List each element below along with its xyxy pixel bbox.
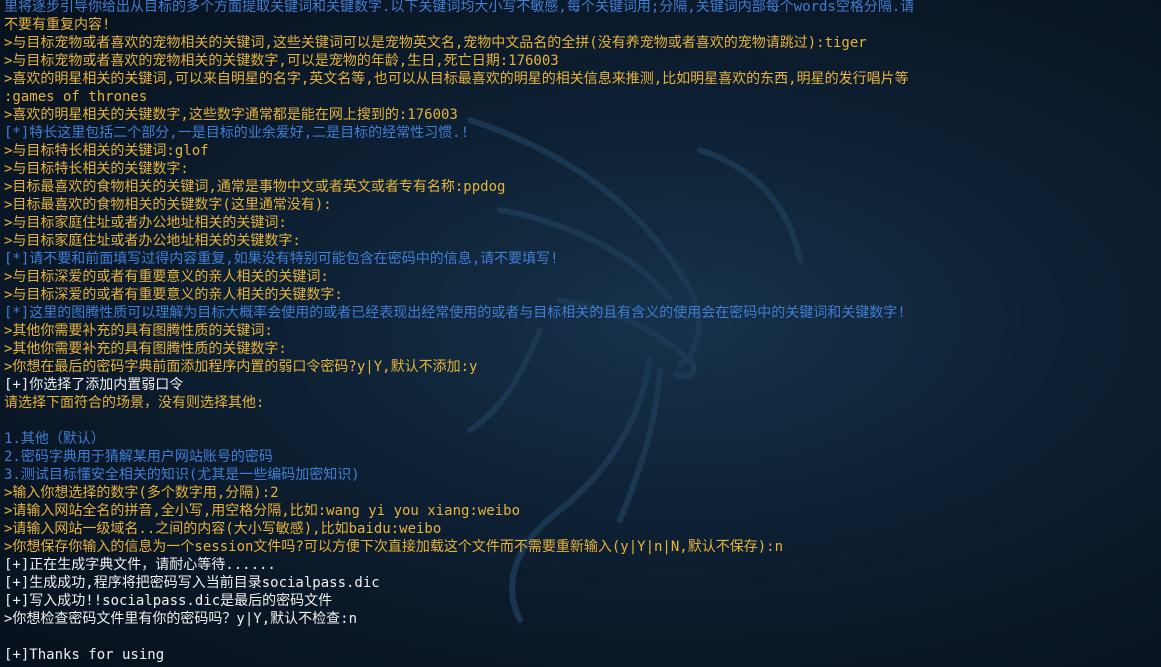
- terminal-line: 3.测试目标懂安全相关的知识(尤其是一些编码加密知识): [4, 467, 360, 483]
- terminal-line: >请输入网站全名的拼音,全小写,用空格分隔,比如:wang yi you xia…: [4, 503, 521, 519]
- terminal-line: 2.密码字典用于猜解某用户网站账号的密码: [4, 449, 273, 465]
- terminal-output: 里将逐步引导你给出从目标的多个方面提取关键词和关键数字.以下关键词均大小写不敏感…: [4, 0, 1157, 664]
- terminal-line: >其他你需要补充的具有图腾性质的关键词:: [4, 323, 273, 339]
- terminal-line: >与目标特长相关的关键词:glof: [4, 143, 209, 159]
- terminal-line: >目标最喜欢的食物相关的关键数字(这里通常没有):: [4, 197, 332, 213]
- terminal-line: [+]生成成功,程序将把密码写入当前目录socialpass.dic: [4, 575, 380, 591]
- terminal-line: 里将逐步引导你给出从目标的多个方面提取关键词和关键数字.以下关键词均大小写不敏感…: [4, 0, 915, 15]
- terminal-line: [*]特长这里包括二个部分,一是目标的业余爱好,二是目标的经常性习惯.!: [4, 125, 469, 141]
- terminal-line: [*]请不要和前面填写过得内容重复,如果没有特别可能包含在密码中的信息,请不要填…: [4, 251, 559, 267]
- terminal-line: >你想在最后的密码字典前面添加程序内置的弱口令密码?y|Y,默认不添加:y: [4, 359, 478, 375]
- terminal-line: [+]Thanks for using: [4, 647, 165, 663]
- terminal-window[interactable]: 里将逐步引导你给出从目标的多个方面提取关键词和关键数字.以下关键词均大小写不敏感…: [0, 0, 1161, 667]
- terminal-line: [*]这里的图腾性质可以理解为目标大概率会使用的或者已经表现出经常使用的或者与目…: [4, 305, 906, 321]
- terminal-line: >喜欢的明星相关的关键数字,这些数字通常都是能在网上搜到的:176003: [4, 107, 458, 123]
- terminal-line: >与目标宠物或者喜欢的宠物相关的关键数字,可以是宠物的年龄,生日,死亡日期:17…: [4, 53, 559, 69]
- terminal-line: >与目标家庭住址或者办公地址相关的关键数字:: [4, 233, 301, 249]
- terminal-line: >请输入网站一级域名..之间的内容(大小写敏感),比如baidu:weibo: [4, 521, 442, 537]
- terminal-line: :games of thrones: [4, 89, 148, 105]
- terminal-line: >与目标深爱的或者有重要意义的亲人相关的关键数字:: [4, 287, 343, 303]
- terminal-line: >输入你想选择的数字(多个数字用,分隔):2: [4, 485, 279, 501]
- terminal-line: 不要有重复内容!: [4, 17, 111, 33]
- terminal-line: >与目标家庭住址或者办公地址相关的关键词:: [4, 215, 287, 231]
- terminal-line: 请选择下面符合的场景，没有则选择其他:: [4, 395, 265, 411]
- terminal-line: [+]你选择了添加内置弱口令: [4, 377, 184, 393]
- terminal-line: >其他你需要补充的具有图腾性质的关键数字:: [4, 341, 287, 357]
- terminal-line: 1.其他（默认）: [4, 431, 105, 447]
- terminal-line: >你想检查密码文件里有你的密码吗？y|Y,默认不检查:n: [4, 611, 357, 627]
- terminal-line: >喜欢的明星相关的关键词,可以来自明星的名字,英文名等,也可以从目标最喜欢的明星…: [4, 71, 909, 87]
- terminal-line: [+]写入成功!!socialpass.dic是最后的密码文件: [4, 593, 333, 609]
- terminal-line: >目标最喜欢的食物相关的关键词,通常是事物中文或者英文或者专有名称:ppdog: [4, 179, 506, 195]
- terminal-line: [+]正在生成字典文件，请耐心等待......: [4, 557, 276, 573]
- terminal-line: >与目标宠物或者喜欢的宠物相关的关键词,这些关键词可以是宠物英文名,宠物中文品名…: [4, 35, 867, 51]
- terminal-line: >与目标特长相关的关键数字:: [4, 161, 189, 177]
- terminal-line: >与目标深爱的或者有重要意义的亲人相关的关键词:: [4, 269, 329, 285]
- terminal-line: >你想保存你输入的信息为一个session文件吗?可以方便下次直接加载这个文件而…: [4, 539, 784, 555]
